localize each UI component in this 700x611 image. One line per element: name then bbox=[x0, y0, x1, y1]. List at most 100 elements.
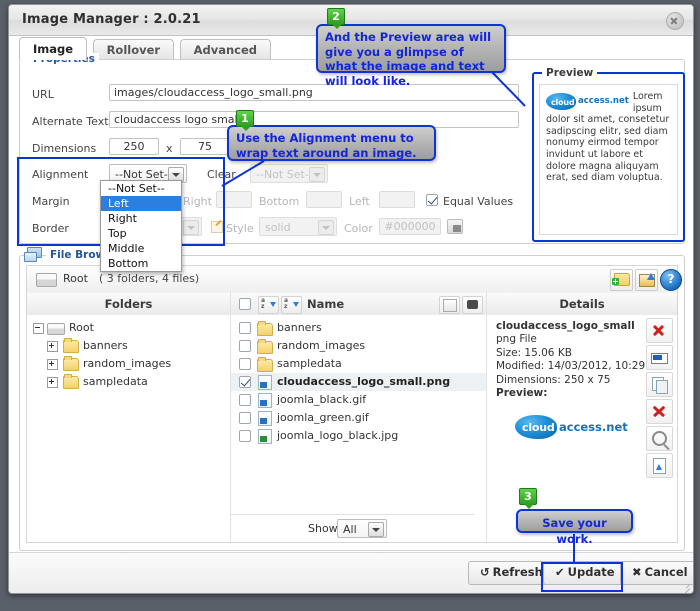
file-checkbox[interactable] bbox=[239, 340, 251, 352]
cloudaccess-logo: cloud access.net bbox=[546, 93, 629, 110]
logo-word-cloud: cloud bbox=[522, 421, 555, 434]
file-name: random_images bbox=[277, 339, 366, 352]
insert-button[interactable] bbox=[646, 453, 673, 478]
clear-select[interactable]: --Not Set-- bbox=[250, 164, 328, 183]
file-checkbox[interactable] bbox=[239, 430, 251, 442]
cut-button[interactable] bbox=[646, 399, 673, 424]
folder-icon bbox=[257, 339, 273, 354]
tree-item-label: random_images bbox=[83, 357, 172, 370]
path-count-label: ( 3 folders, 4 files) bbox=[99, 272, 200, 285]
select-all-checkbox[interactable] bbox=[239, 298, 251, 310]
pencil-icon[interactable] bbox=[210, 220, 223, 233]
alignment-option-bottom[interactable]: Bottom bbox=[101, 256, 181, 271]
margin-bottom-input[interactable] bbox=[306, 191, 342, 208]
alignment-option-middle[interactable]: Middle bbox=[101, 241, 181, 256]
dimension-width-input[interactable] bbox=[109, 138, 159, 155]
margin-left-input[interactable] bbox=[379, 191, 415, 208]
margin-label: Margin bbox=[32, 195, 70, 208]
show-filter-select[interactable]: All bbox=[337, 519, 387, 538]
alignment-option-not-set[interactable]: --Not Set-- bbox=[101, 181, 181, 196]
expand-icon[interactable] bbox=[47, 341, 58, 352]
chevron-down-icon[interactable] bbox=[368, 522, 384, 537]
tab-image[interactable]: Image bbox=[19, 37, 88, 60]
delete-button[interactable] bbox=[646, 318, 673, 343]
file-checkbox[interactable] bbox=[239, 376, 251, 388]
detail-title: cloudaccess_logo_small bbox=[496, 320, 635, 332]
image-file-icon bbox=[258, 393, 272, 408]
list-item[interactable]: joomla_green.gif bbox=[231, 409, 486, 427]
zoom-button[interactable] bbox=[646, 426, 673, 451]
refresh-icon: ↺ bbox=[480, 565, 490, 579]
folder-tree: Root banners random_images sampledata bbox=[27, 315, 230, 514]
callout-3: Save your work. bbox=[516, 509, 633, 546]
tree-item-label: sampledata bbox=[83, 375, 148, 388]
chevron-down-icon[interactable] bbox=[309, 167, 325, 182]
list-item[interactable]: banners bbox=[231, 319, 486, 337]
upload-image-button[interactable] bbox=[635, 269, 658, 291]
list-item[interactable]: joomla_logo_black.jpg bbox=[231, 427, 486, 445]
dimension-height-input[interactable] bbox=[180, 138, 230, 155]
alignment-option-right[interactable]: Right bbox=[101, 211, 181, 226]
border-style-select[interactable]: solid bbox=[259, 217, 337, 236]
file-checkbox[interactable] bbox=[239, 412, 251, 424]
detail-dimensions: Dimensions: 250 x 75 bbox=[496, 373, 611, 386]
file-checkbox[interactable] bbox=[239, 358, 251, 370]
file-name: sampledata bbox=[277, 357, 342, 370]
collapse-icon[interactable] bbox=[33, 323, 44, 334]
thumbnail-view-button[interactable] bbox=[462, 296, 483, 314]
border-width-unit-select[interactable] bbox=[180, 217, 202, 236]
resize-handle[interactable] bbox=[680, 581, 690, 591]
cross-icon: ✖ bbox=[632, 565, 642, 579]
help-icon[interactable]: ? bbox=[660, 269, 682, 291]
insert-icon bbox=[653, 458, 666, 474]
tab-advanced[interactable]: Advanced bbox=[179, 39, 272, 60]
logo-word-access: access.net bbox=[559, 420, 628, 434]
url-input[interactable] bbox=[109, 84, 519, 101]
dimensions-label: Dimensions bbox=[32, 142, 97, 155]
sort-descending-button[interactable]: az bbox=[281, 296, 302, 314]
margin-right-input[interactable] bbox=[216, 191, 252, 208]
alignment-option-left[interactable]: Left bbox=[101, 196, 181, 211]
color-swatch-icon[interactable] bbox=[447, 219, 463, 234]
border-color-input[interactable] bbox=[379, 218, 441, 235]
show-filter-value: All bbox=[343, 523, 357, 536]
chevron-down-icon[interactable] bbox=[183, 220, 199, 235]
expand-icon[interactable] bbox=[47, 377, 58, 388]
list-view-button[interactable] bbox=[439, 296, 460, 314]
list-item-selected[interactable]: cloudaccess_logo_small.png bbox=[231, 373, 486, 391]
list-item[interactable]: sampledata bbox=[231, 355, 486, 373]
sort-ascending-button[interactable]: az bbox=[258, 296, 279, 314]
clear-label: Clear bbox=[207, 168, 236, 181]
close-icon[interactable] bbox=[666, 12, 684, 30]
rename-button[interactable] bbox=[646, 345, 673, 370]
callout-2: And the Preview area will give you a gli… bbox=[316, 24, 506, 88]
drive-icon bbox=[47, 323, 65, 335]
plus-badge-icon bbox=[612, 278, 619, 285]
details-panel: cloudaccess_logo_small png File Size: 15… bbox=[487, 315, 677, 542]
detail-size: Size: 15.06 KB bbox=[496, 346, 572, 359]
show-label: Show bbox=[308, 522, 338, 535]
step-badge-1: 1 bbox=[236, 110, 254, 131]
update-label: Update bbox=[567, 565, 615, 579]
copy-button[interactable] bbox=[646, 372, 673, 397]
refresh-button[interactable]: ↺ Refresh bbox=[468, 561, 555, 585]
expand-icon[interactable] bbox=[47, 359, 58, 370]
alignment-option-top[interactable]: Top bbox=[101, 226, 181, 241]
file-checkbox[interactable] bbox=[239, 394, 251, 406]
equal-values-checkbox[interactable] bbox=[426, 194, 438, 206]
sort-za-icon: az bbox=[284, 297, 289, 310]
update-button[interactable]: ✔ Update bbox=[543, 561, 627, 585]
file-checkbox[interactable] bbox=[239, 322, 251, 334]
folder-icon bbox=[257, 321, 273, 336]
list-item[interactable]: random_images bbox=[231, 337, 486, 355]
folder-icon bbox=[63, 374, 79, 389]
tab-rollover[interactable]: Rollover bbox=[92, 39, 175, 60]
new-folder-button[interactable] bbox=[610, 269, 633, 291]
cut-icon bbox=[652, 405, 666, 418]
list-item[interactable]: joomla_black.gif bbox=[231, 391, 486, 409]
step-badge-2: 2 bbox=[327, 8, 345, 29]
rename-icon bbox=[651, 353, 668, 364]
image-file-icon bbox=[258, 375, 272, 390]
chevron-down-icon[interactable] bbox=[318, 220, 334, 235]
alignment-dropdown-list[interactable]: --Not Set-- Left Right Top Middle Bottom bbox=[100, 180, 182, 272]
